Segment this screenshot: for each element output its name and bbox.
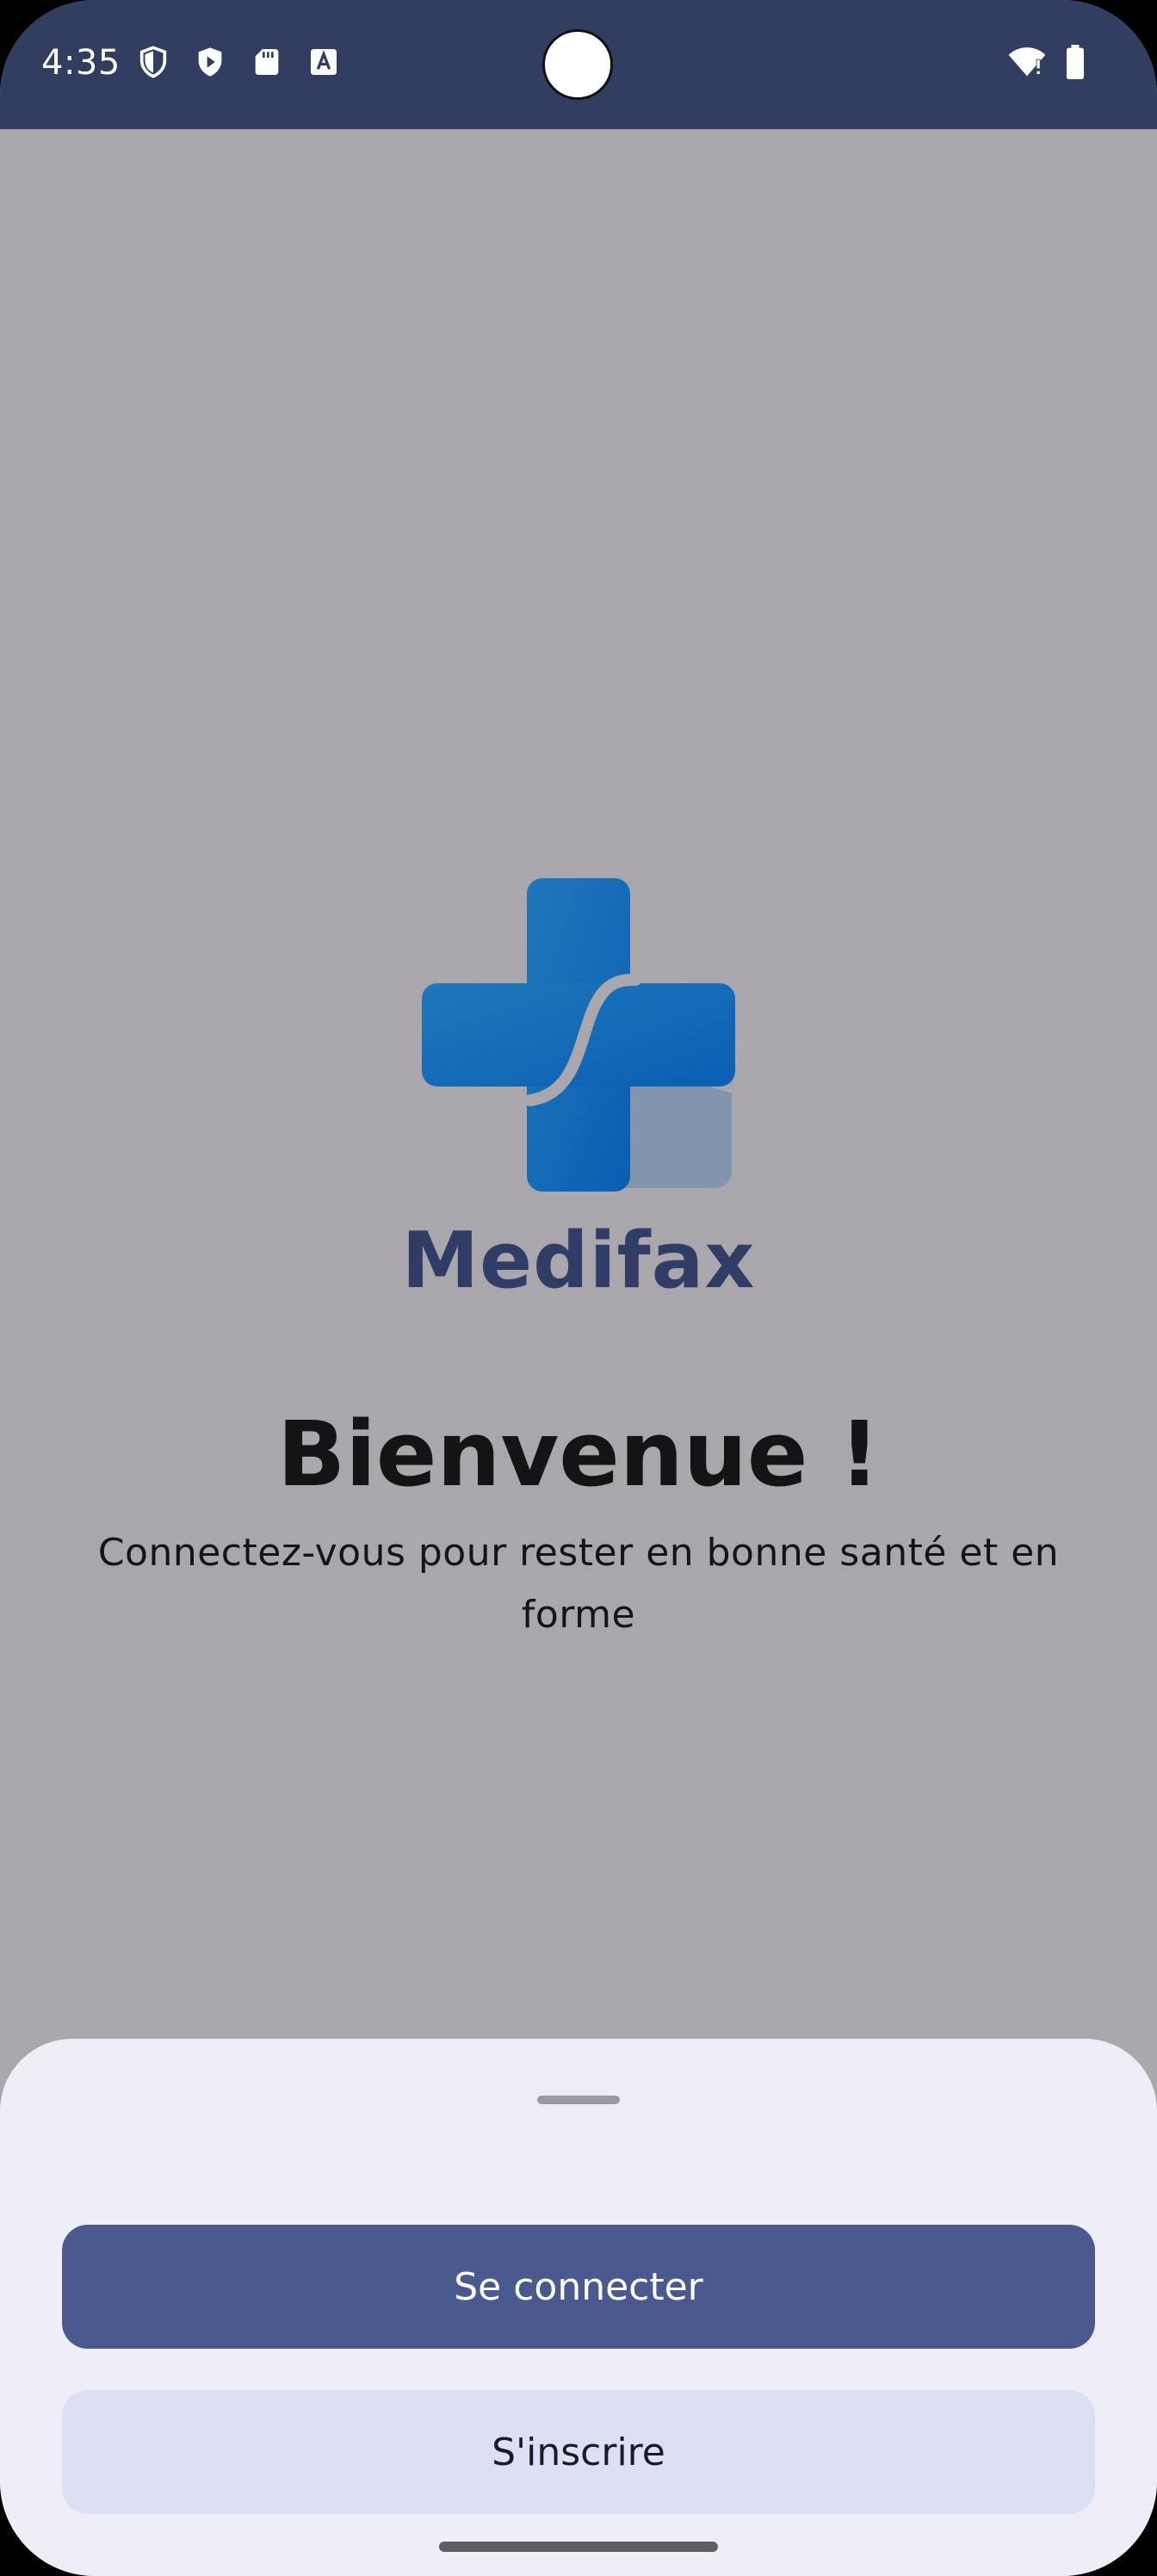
shield-icon	[136, 45, 170, 79]
brand-name: Medifax	[401, 1216, 756, 1306]
signup-button[interactable]: S'inscrire	[62, 2390, 1095, 2514]
status-time: 4:35	[41, 43, 121, 83]
play-protect-icon	[193, 45, 227, 79]
welcome-title: Bienvenue !	[276, 1402, 881, 1507]
medical-cross-logo	[422, 878, 735, 1192]
wifi-alert-icon	[1007, 45, 1047, 79]
login-button[interactable]: Se connecter	[62, 2225, 1095, 2349]
front-camera	[542, 29, 613, 100]
home-indicator[interactable]	[439, 2542, 718, 2552]
text-a-icon	[306, 45, 341, 79]
phone-screen: 4:35 Medifax Bienvenue ! Connectez-vous …	[0, 0, 1157, 2576]
welcome-subtitle: Connectez-vous pour rester en bonne sant…	[97, 1531, 1060, 1637]
status-bar: 4:35	[0, 0, 1157, 129]
sheet-drag-handle[interactable]	[537, 2096, 620, 2104]
sd-card-icon	[250, 45, 284, 79]
battery-icon	[1064, 45, 1086, 79]
bottom-sheet: Se connecter S'inscrire	[0, 2039, 1157, 2576]
